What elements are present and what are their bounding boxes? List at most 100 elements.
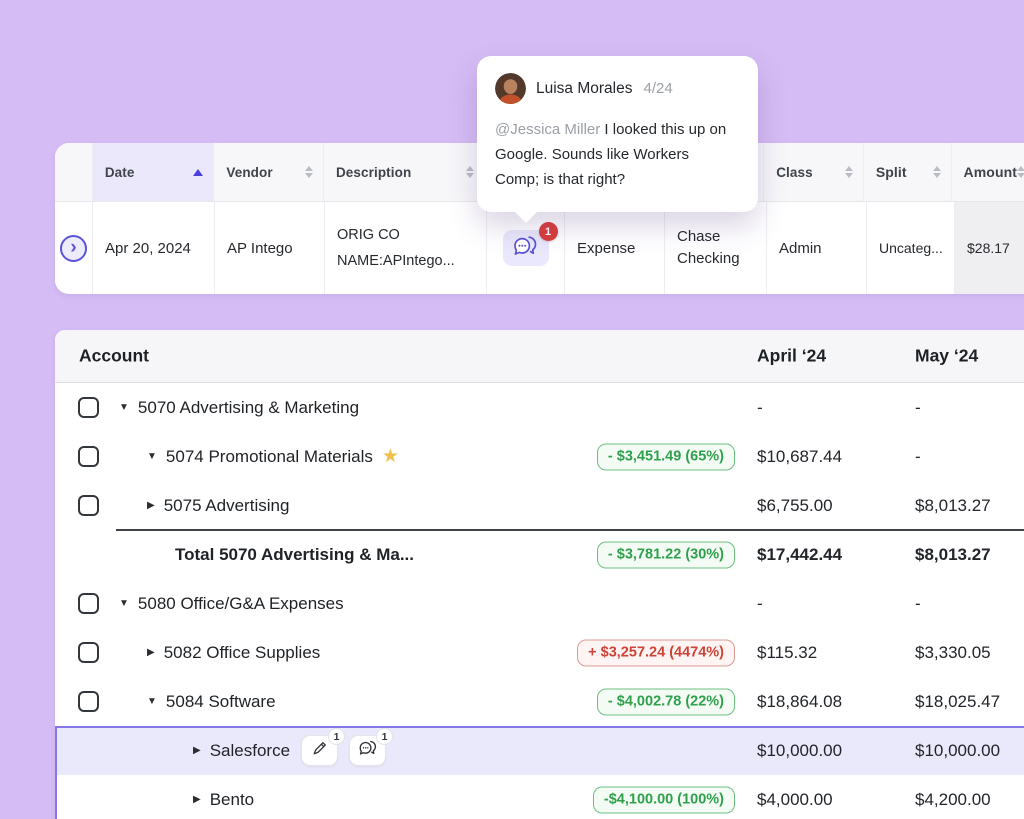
row-checkbox[interactable] [78, 593, 99, 614]
account-name[interactable]: 5080 Office/G&A Expenses [138, 594, 344, 614]
amount-cell[interactable]: $28.17 [955, 202, 1024, 294]
comment-popup: Luisa Morales 4/24 @Jessica Miller I loo… [477, 56, 758, 212]
split-header-label: Split [876, 164, 907, 180]
sort-icon[interactable] [933, 166, 941, 178]
transaction-account: Chase Checking [677, 226, 766, 270]
may-value: $10,000.00 [915, 741, 1000, 761]
row-checkbox[interactable] [78, 691, 99, 712]
row-checkbox[interactable] [78, 446, 99, 467]
account-name[interactable]: 5082 Office Supplies [164, 643, 321, 663]
amount-header-label: Amount [964, 164, 1017, 180]
date-header-label: Date [105, 165, 135, 180]
star-icon[interactable]: ★ [382, 447, 399, 466]
vendor-cell[interactable]: AP Intego [215, 202, 325, 294]
row-checkbox[interactable] [78, 397, 99, 418]
caret-right-icon[interactable]: ▶ [193, 746, 201, 756]
report-header-april: April ‘24 [757, 346, 826, 367]
row-comment-button[interactable]: 1 [349, 735, 386, 766]
page: Date Vendor Description Class Split [0, 0, 1024, 819]
april-value: $18,864.08 [757, 692, 842, 712]
report-table: Account April ‘24 May ‘24 ▼ 5070 Adverti… [55, 330, 1024, 819]
sort-icon[interactable] [845, 166, 853, 178]
account-row[interactable]: ▶ 5082 Office Supplies + $3,257.24 (4474… [55, 628, 1024, 677]
column-header-description[interactable]: Description [324, 143, 485, 201]
account-name[interactable]: Salesforce [210, 741, 290, 761]
expand-row-button[interactable]: › [60, 235, 87, 262]
account-cell[interactable]: Chase Checking [665, 202, 767, 294]
may-value: $4,200.00 [915, 790, 991, 810]
expand-column-header [55, 143, 93, 201]
account-row[interactable]: ▼ 5084 Software - $4,002.78 (22%) $18,86… [55, 677, 1024, 726]
popup-tail [514, 211, 538, 223]
caret-right-icon[interactable]: ▶ [147, 648, 155, 658]
caret-down-icon[interactable]: ▼ [119, 599, 129, 609]
column-header-split[interactable]: Split [864, 143, 952, 201]
edit-count-badge: 1 [328, 728, 345, 745]
total-label: Total 5070 Advertising & Ma... [175, 545, 414, 565]
account-name[interactable]: 5084 Software [166, 692, 276, 712]
may-value: $18,025.47 [915, 692, 1000, 712]
description-cell[interactable]: ORIG CO NAME:APIntego... [325, 202, 487, 294]
account-name[interactable]: Bento [210, 790, 254, 810]
account-name[interactable]: 5074 Promotional Materials [166, 447, 373, 467]
chat-bubbles-icon [512, 234, 539, 262]
date-cell[interactable]: Apr 20, 2024 [93, 202, 215, 294]
variance-badge[interactable]: - $4,002.78 (22%) [597, 688, 735, 715]
account-name[interactable]: 5070 Advertising & Marketing [138, 398, 359, 418]
row-checkbox[interactable] [78, 495, 99, 516]
transaction-row[interactable]: › Apr 20, 2024 AP Intego ORIG CO NAME:AP… [55, 202, 1024, 294]
caret-right-icon[interactable]: ▶ [147, 501, 155, 511]
may-value: - [915, 594, 921, 614]
row-comment-count-badge: 1 [376, 728, 393, 745]
transaction-amount: $28.17 [967, 240, 1010, 256]
variance-badge[interactable]: -$4,100.00 (100%) [593, 786, 735, 813]
transaction-split: Uncateg... [879, 240, 943, 256]
mention-link[interactable]: @Jessica Miller [495, 121, 600, 138]
caret-down-icon[interactable]: ▼ [147, 452, 157, 462]
chevron-right-icon: › [70, 238, 76, 257]
april-value: $4,000.00 [757, 790, 833, 810]
caret-down-icon[interactable]: ▼ [147, 697, 157, 707]
description-line2: NAME:APIntego... [337, 248, 455, 274]
type-cell[interactable]: Expense [565, 202, 665, 294]
column-header-class[interactable]: Class [764, 143, 864, 201]
vendor-header-label: Vendor [226, 165, 272, 180]
may-value: $8,013.27 [915, 545, 991, 565]
sort-icon[interactable] [466, 166, 474, 178]
report-header-account: Account [79, 346, 149, 367]
account-row[interactable]: ▼ 5080 Office/G&A Expenses - - [55, 579, 1024, 628]
description-header-label: Description [336, 165, 411, 180]
account-row[interactable]: ▶ 5075 Advertising $6,755.00 $8,013.27 [55, 481, 1024, 530]
row-checkbox[interactable] [78, 642, 99, 663]
column-header-amount[interactable]: Amount [952, 143, 1024, 201]
column-header-date[interactable]: Date [93, 143, 215, 201]
april-value: $115.32 [757, 643, 817, 663]
account-row[interactable]: ▶ Bento -$4,100.00 (100%) $4,000.00 $4,2… [55, 775, 1024, 819]
april-value: - [757, 398, 763, 418]
variance-badge[interactable]: + $3,257.24 (4474%) [577, 639, 735, 666]
class-cell[interactable]: Admin [767, 202, 867, 294]
pen-icon [311, 740, 328, 762]
may-value: $8,013.27 [915, 496, 991, 516]
caret-right-icon[interactable]: ▶ [193, 795, 201, 805]
comment-button[interactable]: 1 [503, 230, 549, 266]
account-row[interactable]: ▼ 5070 Advertising & Marketing - - [55, 383, 1024, 432]
sort-icon[interactable] [305, 166, 313, 178]
caret-down-icon[interactable]: ▼ [119, 403, 129, 413]
april-value: $10,000.00 [757, 741, 842, 761]
april-value: $17,442.44 [757, 545, 842, 565]
variance-badge[interactable]: - $3,781.22 (30%) [597, 541, 735, 568]
account-row[interactable]: ▼ 5074 Promotional Materials ★ - $3,451.… [55, 432, 1024, 481]
variance-badge[interactable]: - $3,451.49 (65%) [597, 443, 735, 470]
edit-note-button[interactable]: 1 [301, 735, 338, 766]
split-cell[interactable]: Uncateg... [867, 202, 955, 294]
comment-body: @Jessica Miller I looked this up on Goog… [495, 117, 733, 192]
comment-date: 4/24 [644, 80, 673, 97]
column-header-vendor[interactable]: Vendor [214, 143, 324, 201]
account-row-selected[interactable]: ▶ Salesforce 1 [55, 726, 1024, 775]
account-name[interactable]: 5075 Advertising [164, 496, 290, 516]
sort-icon[interactable] [1017, 166, 1024, 178]
avatar [495, 73, 526, 104]
sort-ascending-icon[interactable] [193, 169, 203, 176]
april-value: - [757, 594, 763, 614]
